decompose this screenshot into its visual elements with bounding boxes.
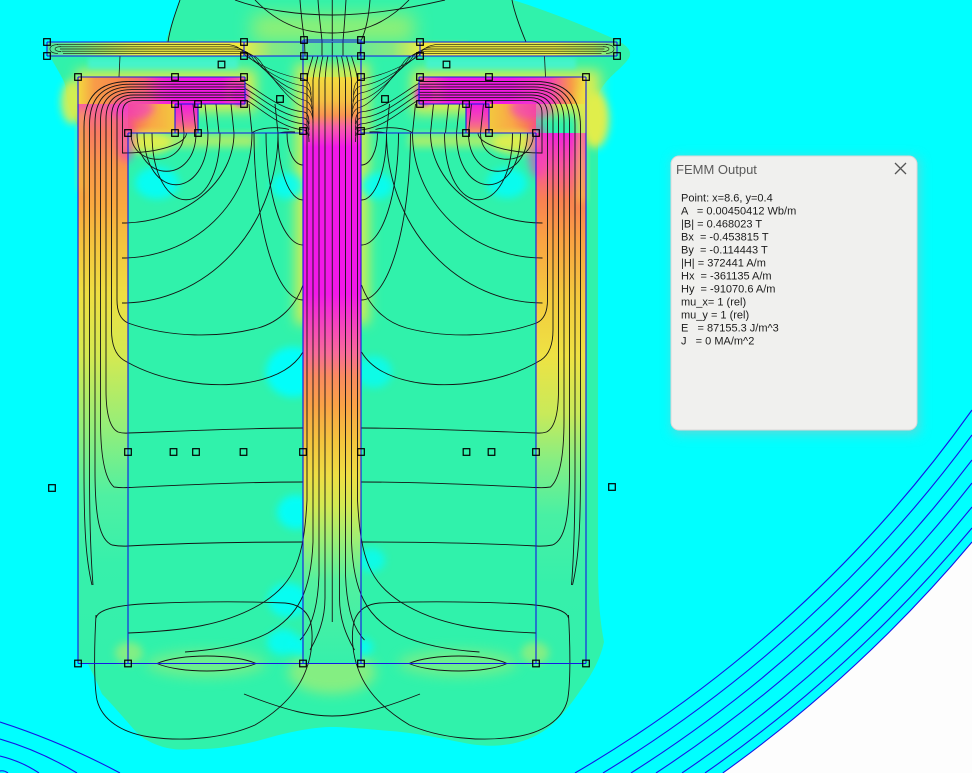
- svg-text:|B| = 0.468023 T: |B| = 0.468023 T: [681, 219, 762, 231]
- svg-text:By = -0.114443 T: By = -0.114443 T: [681, 245, 768, 257]
- svg-text:Bx = -0.453815 T: Bx = -0.453815 T: [681, 232, 769, 244]
- svg-text:Hy = -91070.6 A/m: Hy = -91070.6 A/m: [681, 284, 775, 296]
- svg-text:Point: x=8.6, y=0.4: Point: x=8.6, y=0.4: [681, 193, 773, 205]
- svg-text:A = 0.00450412 Wb/m: A = 0.00450412 Wb/m: [681, 206, 796, 218]
- svg-text:Hx = -361135 A/m: Hx = -361135 A/m: [681, 271, 772, 283]
- svg-text:E = 87155.3 J/m^3: E = 87155.3 J/m^3: [681, 323, 779, 335]
- svg-text:J = 0 MA/m^2: J = 0 MA/m^2: [681, 336, 754, 348]
- svg-text:FEMM Output: FEMM Output: [676, 162, 757, 177]
- svg-text:mu_y = 1 (rel): mu_y = 1 (rel): [681, 310, 749, 322]
- svg-text:|H| = 372441 A/m: |H| = 372441 A/m: [681, 258, 766, 270]
- svg-text:mu_x= 1 (rel): mu_x= 1 (rel): [681, 297, 746, 309]
